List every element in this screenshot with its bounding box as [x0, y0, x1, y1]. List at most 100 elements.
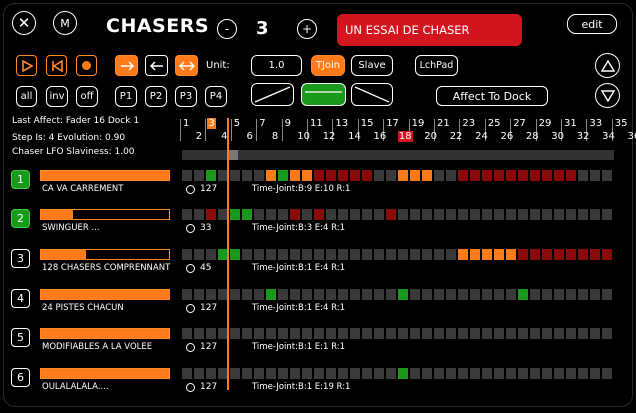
step-cell[interactable]	[206, 209, 216, 220]
track-dot-toggle[interactable]	[186, 383, 195, 392]
step-cell[interactable]	[458, 289, 468, 300]
step-cell[interactable]	[374, 170, 384, 181]
step-cell[interactable]	[410, 289, 420, 300]
track-level-slider[interactable]	[40, 249, 170, 260]
ruler-step-5[interactable]: 5	[233, 118, 241, 129]
direction-backward-button[interactable]	[145, 55, 168, 76]
step-cell[interactable]	[578, 328, 588, 339]
ruler-step-3[interactable]: 3	[207, 118, 216, 129]
track-level-slider[interactable]	[40, 368, 170, 379]
step-cell[interactable]	[422, 170, 432, 181]
step-cell[interactable]	[338, 368, 348, 379]
step-cell[interactable]	[326, 249, 336, 260]
step-cell[interactable]	[458, 368, 468, 379]
step-cell[interactable]	[410, 249, 420, 260]
step-cell[interactable]	[374, 289, 384, 300]
ruler-step-24[interactable]: 24	[474, 131, 489, 142]
track-number-button[interactable]: 3	[11, 249, 30, 268]
step-cell[interactable]	[542, 209, 552, 220]
ruler-step-17[interactable]: 17	[385, 118, 400, 129]
step-cell[interactable]	[254, 368, 264, 379]
ruler-step-6[interactable]: 6	[246, 131, 254, 142]
timeline-thumb[interactable]	[228, 150, 238, 160]
track-number-button[interactable]: 4	[11, 289, 30, 308]
step-cell[interactable]	[590, 249, 600, 260]
step-cell[interactable]	[398, 368, 408, 379]
track-level-slider[interactable]	[40, 289, 170, 300]
step-cell[interactable]	[458, 209, 468, 220]
tjoin-button[interactable]: TJoin	[311, 55, 345, 76]
step-cell[interactable]	[590, 289, 600, 300]
step-cell[interactable]	[182, 249, 192, 260]
step-cell[interactable]	[566, 249, 576, 260]
step-cell[interactable]	[554, 289, 564, 300]
step-cell[interactable]	[302, 209, 312, 220]
step-cell[interactable]	[374, 249, 384, 260]
step-cell[interactable]	[254, 249, 264, 260]
step-cell[interactable]	[290, 289, 300, 300]
step-cell[interactable]	[470, 368, 480, 379]
step-cell[interactable]	[338, 170, 348, 181]
step-cell[interactable]	[362, 170, 372, 181]
step-cell[interactable]	[374, 368, 384, 379]
step-cell[interactable]	[266, 368, 276, 379]
step-cell[interactable]	[254, 289, 264, 300]
step-cell[interactable]	[578, 170, 588, 181]
step-cell[interactable]	[422, 209, 432, 220]
track-dot-toggle[interactable]	[186, 264, 195, 273]
step-cell[interactable]	[290, 328, 300, 339]
preset-p2-button[interactable]: P2	[145, 86, 167, 107]
step-cell[interactable]	[506, 209, 516, 220]
step-cell[interactable]	[458, 328, 468, 339]
step-cell[interactable]	[242, 368, 252, 379]
step-cell[interactable]	[398, 328, 408, 339]
step-cell[interactable]	[410, 170, 420, 181]
step-cell[interactable]	[362, 289, 372, 300]
step-cell[interactable]	[398, 289, 408, 300]
step-cell[interactable]	[482, 289, 492, 300]
timeline-bar[interactable]	[182, 150, 614, 160]
step-cell[interactable]	[434, 249, 444, 260]
step-cell[interactable]	[494, 209, 504, 220]
step-cell[interactable]	[422, 328, 432, 339]
ruler-step-8[interactable]: 8	[271, 131, 279, 142]
step-cell[interactable]	[386, 170, 396, 181]
preset-p3-button[interactable]: P3	[175, 86, 197, 107]
step-cell[interactable]	[542, 368, 552, 379]
step-cell[interactable]	[302, 368, 312, 379]
step-cell[interactable]	[590, 368, 600, 379]
ruler-step-19[interactable]: 19	[411, 118, 426, 129]
record-button[interactable]	[76, 55, 97, 76]
step-cell[interactable]	[530, 249, 540, 260]
step-cell[interactable]	[350, 368, 360, 379]
step-cell[interactable]	[506, 328, 516, 339]
chaser-name-field[interactable]: UN ESSAI DE CHASER	[337, 14, 522, 46]
step-cell[interactable]	[542, 328, 552, 339]
m-button[interactable]: M	[53, 11, 77, 35]
edit-button[interactable]: edit	[567, 14, 617, 34]
step-cell[interactable]	[314, 368, 324, 379]
step-cell[interactable]	[254, 170, 264, 181]
step-cell[interactable]	[530, 289, 540, 300]
play-button[interactable]	[16, 55, 37, 76]
step-cell[interactable]	[302, 170, 312, 181]
step-cell[interactable]	[302, 289, 312, 300]
ruler-step-16[interactable]: 16	[373, 131, 388, 142]
step-cell[interactable]	[278, 249, 288, 260]
step-cell[interactable]	[494, 368, 504, 379]
step-cell[interactable]	[566, 328, 576, 339]
step-cell[interactable]	[302, 328, 312, 339]
ruler-step-27[interactable]: 27	[512, 118, 527, 129]
step-cell[interactable]	[230, 289, 240, 300]
step-cell[interactable]	[182, 368, 192, 379]
step-cell[interactable]	[518, 328, 528, 339]
ruler-step-20[interactable]: 20	[423, 131, 438, 142]
step-cell[interactable]	[242, 170, 252, 181]
step-cell[interactable]	[338, 328, 348, 339]
step-cell[interactable]	[578, 289, 588, 300]
step-cell[interactable]	[482, 209, 492, 220]
direction-forward-button[interactable]	[115, 55, 138, 76]
ruler-step-12[interactable]: 12	[322, 131, 337, 142]
step-cell[interactable]	[398, 170, 408, 181]
preset-p4-button[interactable]: P4	[205, 86, 227, 107]
